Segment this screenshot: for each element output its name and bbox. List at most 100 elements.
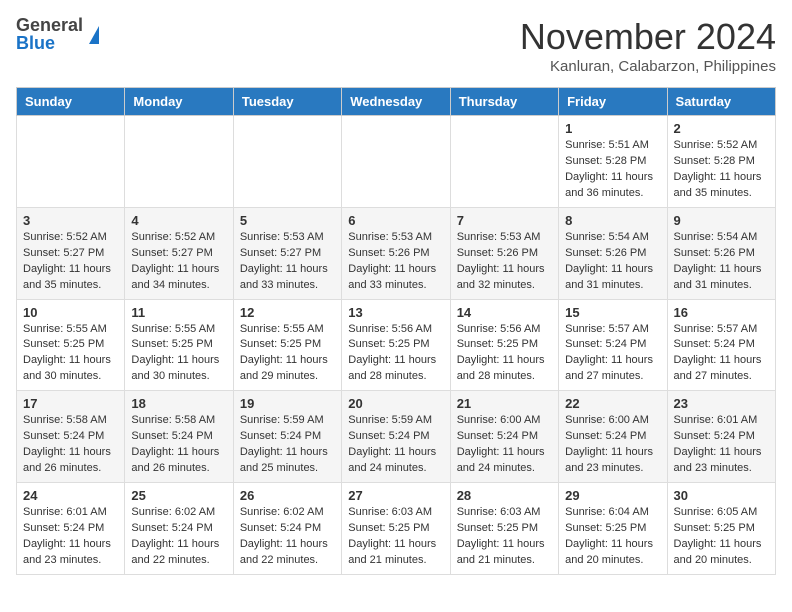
day-number: 7 (457, 213, 552, 228)
day-number: 23 (674, 396, 769, 411)
weekday-header-row: SundayMondayTuesdayWednesdayThursdayFrid… (17, 88, 776, 116)
month-title: November 2024 (520, 16, 776, 58)
weekday-header-wednesday: Wednesday (342, 88, 450, 116)
day-info: Sunrise: 6:03 AMSunset: 5:25 PMDaylight:… (457, 505, 552, 569)
day-number: 2 (674, 121, 769, 136)
calendar-cell: 2 Sunrise: 5:52 AMSunset: 5:28 PMDaylight… (667, 116, 775, 208)
calendar-week-row: 1Sunrise: 5:51 AMSunset: 5:28 PMDaylight… (17, 116, 776, 208)
calendar-cell: 19Sunrise: 5:59 AMSunset: 5:24 PMDayligh… (233, 391, 341, 483)
title-block: November 2024 Kanluran, Calabarzon, Phil… (520, 16, 776, 75)
calendar-cell: 11Sunrise: 5:55 AMSunset: 5:25 PMDayligh… (125, 299, 233, 391)
calendar-cell: 24 Sunrise: 6:01 AMSunset: 5:24 PMDayligh… (17, 483, 125, 575)
day-info: Sunrise: 6:05 AMSunset: 5:25 PMDaylight:… (674, 505, 769, 569)
day-number: 26 (240, 488, 335, 503)
calendar-cell (342, 116, 450, 208)
calendar-cell: 26Sunrise: 6:02 AMSunset: 5:24 PMDayligh… (233, 483, 341, 575)
logo-blue-text: Blue (16, 34, 83, 52)
location-subtitle: Kanluran, Calabarzon, Philippines (520, 58, 776, 75)
day-info: Sunrise: 5:57 AMSunset: 5:24 PMDaylight:… (674, 322, 769, 386)
day-number: 5 (240, 213, 335, 228)
calendar-cell: 6 Sunrise: 5:53 AMSunset: 5:26 PMDaylight… (342, 207, 450, 299)
day-number: 22 (565, 396, 660, 411)
calendar-week-row: 10 Sunrise: 5:55 AMSunset: 5:25 PMDayligh… (17, 299, 776, 391)
calendar-cell: 22 Sunrise: 6:00 AMSunset: 5:24 PMDayligh… (559, 391, 667, 483)
day-number: 24 (23, 488, 118, 503)
calendar-cell: 14 Sunrise: 5:56 AMSunset: 5:25 PMDayligh… (450, 299, 558, 391)
day-number: 30 (674, 488, 769, 503)
day-info: Sunrise: 6:02 AMSunset: 5:24 PMDaylight:… (131, 505, 226, 569)
day-info: Sunrise: 6:04 AMSunset: 5:25 PMDaylight:… (565, 505, 660, 569)
day-number: 13 (348, 305, 443, 320)
day-number: 6 (348, 213, 443, 228)
day-info: Sunrise: 5:55 AMSunset: 5:25 PMDaylight:… (131, 322, 226, 386)
day-number: 18 (131, 396, 226, 411)
calendar-cell: 23 Sunrise: 6:01 AMSunset: 5:24 PMDayligh… (667, 391, 775, 483)
day-number: 29 (565, 488, 660, 503)
day-info: Sunrise: 6:00 AMSunset: 5:24 PMDaylight:… (565, 413, 660, 477)
calendar-cell: 29 Sunrise: 6:04 AMSunset: 5:25 PMDayligh… (559, 483, 667, 575)
calendar-week-row: 3 Sunrise: 5:52 AMSunset: 5:27 PMDaylight… (17, 207, 776, 299)
calendar-week-row: 24 Sunrise: 6:01 AMSunset: 5:24 PMDayligh… (17, 483, 776, 575)
calendar-cell: 16 Sunrise: 5:57 AMSunset: 5:24 PMDayligh… (667, 299, 775, 391)
day-info: Sunrise: 5:52 AMSunset: 5:28 PMDaylight:… (674, 138, 769, 202)
day-info: Sunrise: 5:52 AMSunset: 5:27 PMDaylight:… (23, 230, 118, 294)
day-number: 27 (348, 488, 443, 503)
day-info: Sunrise: 6:00 AMSunset: 5:24 PMDaylight:… (457, 413, 552, 477)
day-number: 25 (131, 488, 226, 503)
day-number: 12 (240, 305, 335, 320)
day-info: Sunrise: 5:51 AMSunset: 5:28 PMDaylight:… (565, 138, 660, 202)
day-number: 3 (23, 213, 118, 228)
day-info: Sunrise: 5:53 AMSunset: 5:26 PMDaylight:… (348, 230, 443, 294)
logo-general-text: General (16, 16, 83, 34)
calendar-cell: 12 Sunrise: 5:55 AMSunset: 5:25 PMDayligh… (233, 299, 341, 391)
calendar-week-row: 17 Sunrise: 5:58 AMSunset: 5:24 PMDayligh… (17, 391, 776, 483)
calendar-cell: 15 Sunrise: 5:57 AMSunset: 5:24 PMDayligh… (559, 299, 667, 391)
day-info: Sunrise: 6:03 AMSunset: 5:25 PMDaylight:… (348, 505, 443, 569)
calendar-cell: 13 Sunrise: 5:56 AMSunset: 5:25 PMDayligh… (342, 299, 450, 391)
calendar-cell: 8Sunrise: 5:54 AMSunset: 5:26 PMDaylight… (559, 207, 667, 299)
calendar-cell: 21 Sunrise: 6:00 AMSunset: 5:24 PMDayligh… (450, 391, 558, 483)
day-number: 4 (131, 213, 226, 228)
day-number: 14 (457, 305, 552, 320)
calendar-cell: 9 Sunrise: 5:54 AMSunset: 5:26 PMDaylight… (667, 207, 775, 299)
day-info: Sunrise: 5:53 AMSunset: 5:27 PMDaylight:… (240, 230, 335, 294)
logo: General Blue (16, 16, 99, 52)
day-info: Sunrise: 5:54 AMSunset: 5:26 PMDaylight:… (674, 230, 769, 294)
day-number: 28 (457, 488, 552, 503)
day-info: Sunrise: 6:01 AMSunset: 5:24 PMDaylight:… (23, 505, 118, 569)
calendar-cell: 4 Sunrise: 5:52 AMSunset: 5:27 PMDaylight… (125, 207, 233, 299)
day-info: Sunrise: 5:58 AMSunset: 5:24 PMDaylight:… (23, 413, 118, 477)
calendar-cell: 27 Sunrise: 6:03 AMSunset: 5:25 PMDayligh… (342, 483, 450, 575)
weekday-header-monday: Monday (125, 88, 233, 116)
day-info: Sunrise: 5:55 AMSunset: 5:25 PMDaylight:… (23, 322, 118, 386)
day-info: Sunrise: 5:56 AMSunset: 5:25 PMDaylight:… (348, 322, 443, 386)
calendar-cell: 7Sunrise: 5:53 AMSunset: 5:26 PMDaylight… (450, 207, 558, 299)
day-number: 17 (23, 396, 118, 411)
day-info: Sunrise: 5:57 AMSunset: 5:24 PMDaylight:… (565, 322, 660, 386)
day-number: 9 (674, 213, 769, 228)
day-info: Sunrise: 5:56 AMSunset: 5:25 PMDaylight:… (457, 322, 552, 386)
calendar-cell: 25 Sunrise: 6:02 AMSunset: 5:24 PMDayligh… (125, 483, 233, 575)
day-number: 21 (457, 396, 552, 411)
day-info: Sunrise: 5:59 AMSunset: 5:24 PMDaylight:… (240, 413, 335, 477)
day-number: 20 (348, 396, 443, 411)
calendar-cell: 20Sunrise: 5:59 AMSunset: 5:24 PMDayligh… (342, 391, 450, 483)
calendar-cell: 30 Sunrise: 6:05 AMSunset: 5:25 PMDayligh… (667, 483, 775, 575)
day-number: 15 (565, 305, 660, 320)
day-info: Sunrise: 5:54 AMSunset: 5:26 PMDaylight:… (565, 230, 660, 294)
day-number: 16 (674, 305, 769, 320)
day-info: Sunrise: 6:01 AMSunset: 5:24 PMDaylight:… (674, 413, 769, 477)
calendar-cell: 3 Sunrise: 5:52 AMSunset: 5:27 PMDaylight… (17, 207, 125, 299)
calendar-cell (233, 116, 341, 208)
calendar-cell (450, 116, 558, 208)
day-info: Sunrise: 5:58 AMSunset: 5:24 PMDaylight:… (131, 413, 226, 477)
day-info: Sunrise: 5:55 AMSunset: 5:25 PMDaylight:… (240, 322, 335, 386)
day-info: Sunrise: 5:52 AMSunset: 5:27 PMDaylight:… (131, 230, 226, 294)
day-number: 10 (23, 305, 118, 320)
page-header: General Blue November 2024 Kanluran, Cal… (16, 16, 776, 75)
calendar-cell (17, 116, 125, 208)
calendar-cell (125, 116, 233, 208)
weekday-header-thursday: Thursday (450, 88, 558, 116)
weekday-header-sunday: Sunday (17, 88, 125, 116)
weekday-header-saturday: Saturday (667, 88, 775, 116)
